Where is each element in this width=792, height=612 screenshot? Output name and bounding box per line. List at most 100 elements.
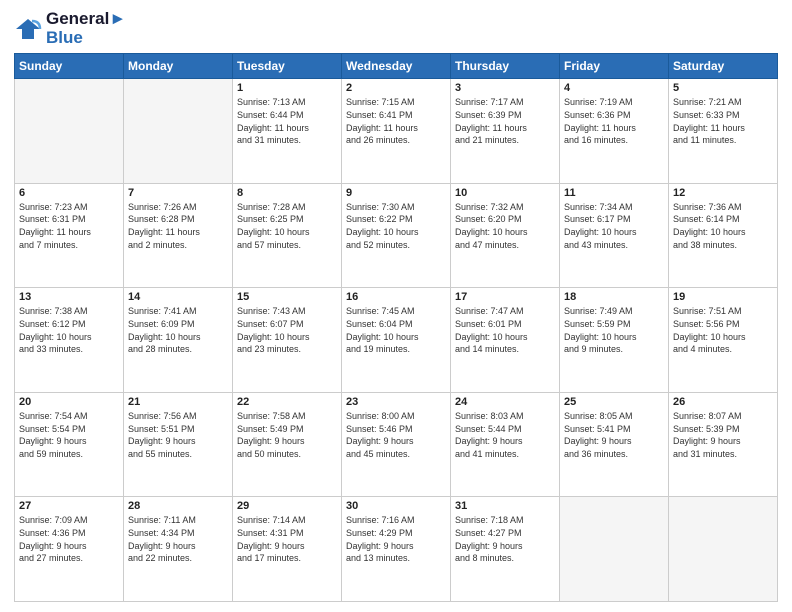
calendar-cell: 1 Sunrise: 7:13 AM Sunset: 6:44 PM Daylig… xyxy=(233,79,342,184)
day-detail: Sunrise: 8:07 AM Sunset: 5:39 PM Dayligh… xyxy=(673,410,773,460)
calendar-cell: 28Sunrise: 7:11 AM Sunset: 4:34 PM Dayli… xyxy=(124,497,233,602)
day-detail: Sunrise: 7:45 AM Sunset: 6:04 PM Dayligh… xyxy=(346,305,446,355)
day-number: 25 xyxy=(564,396,664,408)
calendar-cell: 29 Sunrise: 7:14 AM Sunset: 4:31 PM Dayli… xyxy=(233,497,342,602)
day-number: 14 xyxy=(128,291,228,303)
day-number: 9 xyxy=(346,187,446,199)
day-detail: Sunrise: 7:09 AM Sunset: 4:36 PM Dayligh… xyxy=(19,514,119,564)
calendar-cell: 24 Sunrise: 8:03 AM Sunset: 5:44 PM Dayli… xyxy=(451,392,560,497)
day-number: 12 xyxy=(673,187,773,199)
day-detail: Sunrise: 8:03 AM Sunset: 5:44 PM Dayligh… xyxy=(455,410,555,460)
calendar-cell: 14 Sunrise: 7:41 AM Sunset: 6:09 PM Dayli… xyxy=(124,288,233,393)
day-number: 22 xyxy=(237,396,337,408)
day-detail: Sunrise: 7:56 AM Sunset: 5:51 PM Dayligh… xyxy=(128,410,228,460)
day-detail: Sunrise: 7:19 AM Sunset: 6:36 PM Dayligh… xyxy=(564,96,664,146)
day-detail: Sunrise: 7:13 AM Sunset: 6:44 PM Dayligh… xyxy=(237,96,337,146)
day-detail: Sunrise: 7:14 AM Sunset: 4:31 PM Dayligh… xyxy=(237,514,337,564)
day-detail: Sunrise: 7:47 AM Sunset: 6:01 PM Dayligh… xyxy=(455,305,555,355)
calendar-cell: 20Sunrise: 7:54 AM Sunset: 5:54 PM Dayli… xyxy=(15,392,124,497)
weekday-header: Saturday xyxy=(669,54,778,79)
day-number: 31 xyxy=(455,500,555,512)
day-number: 19 xyxy=(673,291,773,303)
day-detail: Sunrise: 7:58 AM Sunset: 5:49 PM Dayligh… xyxy=(237,410,337,460)
day-detail: Sunrise: 7:38 AM Sunset: 6:12 PM Dayligh… xyxy=(19,305,119,355)
day-number: 7 xyxy=(128,187,228,199)
day-detail: Sunrise: 7:23 AM Sunset: 6:31 PM Dayligh… xyxy=(19,201,119,251)
calendar-cell: 6 Sunrise: 7:23 AM Sunset: 6:31 PM Daylig… xyxy=(15,183,124,288)
calendar-cell: 15 Sunrise: 7:43 AM Sunset: 6:07 PM Dayli… xyxy=(233,288,342,393)
calendar-cell xyxy=(15,79,124,184)
day-number: 17 xyxy=(455,291,555,303)
day-number: 11 xyxy=(564,187,664,199)
day-detail: Sunrise: 7:43 AM Sunset: 6:07 PM Dayligh… xyxy=(237,305,337,355)
calendar-cell: 22 Sunrise: 7:58 AM Sunset: 5:49 PM Dayli… xyxy=(233,392,342,497)
day-detail: Sunrise: 7:32 AM Sunset: 6:20 PM Dayligh… xyxy=(455,201,555,251)
weekday-header: Thursday xyxy=(451,54,560,79)
calendar-cell: 12 Sunrise: 7:36 AM Sunset: 6:14 PM Dayli… xyxy=(669,183,778,288)
calendar-cell: 4 Sunrise: 7:19 AM Sunset: 6:36 PM Daylig… xyxy=(560,79,669,184)
day-number: 24 xyxy=(455,396,555,408)
day-detail: Sunrise: 7:26 AM Sunset: 6:28 PM Dayligh… xyxy=(128,201,228,251)
calendar-cell: 19 Sunrise: 7:51 AM Sunset: 5:56 PM Dayli… xyxy=(669,288,778,393)
day-number: 10 xyxy=(455,187,555,199)
calendar-cell: 7 Sunrise: 7:26 AM Sunset: 6:28 PM Daylig… xyxy=(124,183,233,288)
day-number: 21 xyxy=(128,396,228,408)
day-number: 2 xyxy=(346,82,446,94)
day-detail: Sunrise: 8:05 AM Sunset: 5:41 PM Dayligh… xyxy=(564,410,664,460)
calendar-cell: 27 Sunrise: 7:09 AM Sunset: 4:36 PM Dayli… xyxy=(15,497,124,602)
calendar-cell xyxy=(560,497,669,602)
day-number: 23 xyxy=(346,396,446,408)
day-number: 4 xyxy=(564,82,664,94)
calendar-cell: 8 Sunrise: 7:28 AM Sunset: 6:25 PM Daylig… xyxy=(233,183,342,288)
calendar-cell: 26 Sunrise: 8:07 AM Sunset: 5:39 PM Dayli… xyxy=(669,392,778,497)
logo-icon xyxy=(14,15,42,43)
logo: General► Blue xyxy=(14,10,126,47)
calendar-cell: 25 Sunrise: 8:05 AM Sunset: 5:41 PM Dayli… xyxy=(560,392,669,497)
day-detail: Sunrise: 7:28 AM Sunset: 6:25 PM Dayligh… xyxy=(237,201,337,251)
weekday-header: Sunday xyxy=(15,54,124,79)
day-detail: Sunrise: 7:18 AM Sunset: 4:27 PM Dayligh… xyxy=(455,514,555,564)
day-number: 1 xyxy=(237,82,337,94)
calendar-cell: 18 Sunrise: 7:49 AM Sunset: 5:59 PM Dayli… xyxy=(560,288,669,393)
weekday-header: Tuesday xyxy=(233,54,342,79)
day-detail: Sunrise: 7:41 AM Sunset: 6:09 PM Dayligh… xyxy=(128,305,228,355)
calendar-cell: 11 Sunrise: 7:34 AM Sunset: 6:17 PM Dayli… xyxy=(560,183,669,288)
day-detail: Sunrise: 7:15 AM Sunset: 6:41 PM Dayligh… xyxy=(346,96,446,146)
day-detail: Sunrise: 7:17 AM Sunset: 6:39 PM Dayligh… xyxy=(455,96,555,146)
day-number: 13 xyxy=(19,291,119,303)
calendar: SundayMondayTuesdayWednesdayThursdayFrid… xyxy=(14,53,778,602)
calendar-cell: 10 Sunrise: 7:32 AM Sunset: 6:20 PM Dayli… xyxy=(451,183,560,288)
calendar-cell: 31 Sunrise: 7:18 AM Sunset: 4:27 PM Dayli… xyxy=(451,497,560,602)
day-detail: Sunrise: 7:30 AM Sunset: 6:22 PM Dayligh… xyxy=(346,201,446,251)
day-number: 30 xyxy=(346,500,446,512)
day-number: 29 xyxy=(237,500,337,512)
calendar-cell: 23 Sunrise: 8:00 AM Sunset: 5:46 PM Dayli… xyxy=(342,392,451,497)
header: General► Blue xyxy=(14,10,778,47)
calendar-cell: 13 Sunrise: 7:38 AM Sunset: 6:12 PM Dayli… xyxy=(15,288,124,393)
day-number: 8 xyxy=(237,187,337,199)
page: General► Blue SundayMondayTuesdayWednesd… xyxy=(0,0,792,612)
day-number: 27 xyxy=(19,500,119,512)
weekday-header: Monday xyxy=(124,54,233,79)
day-detail: Sunrise: 7:16 AM Sunset: 4:29 PM Dayligh… xyxy=(346,514,446,564)
day-detail: Sunrise: 7:49 AM Sunset: 5:59 PM Dayligh… xyxy=(564,305,664,355)
day-number: 18 xyxy=(564,291,664,303)
calendar-cell xyxy=(124,79,233,184)
day-number: 26 xyxy=(673,396,773,408)
calendar-cell: 17 Sunrise: 7:47 AM Sunset: 6:01 PM Dayli… xyxy=(451,288,560,393)
day-number: 5 xyxy=(673,82,773,94)
day-detail: Sunrise: 7:36 AM Sunset: 6:14 PM Dayligh… xyxy=(673,201,773,251)
day-detail: Sunrise: 7:34 AM Sunset: 6:17 PM Dayligh… xyxy=(564,201,664,251)
day-number: 6 xyxy=(19,187,119,199)
weekday-header: Friday xyxy=(560,54,669,79)
calendar-cell: 16Sunrise: 7:45 AM Sunset: 6:04 PM Dayli… xyxy=(342,288,451,393)
day-number: 28 xyxy=(128,500,228,512)
day-detail: Sunrise: 8:00 AM Sunset: 5:46 PM Dayligh… xyxy=(346,410,446,460)
logo-text: General► Blue xyxy=(46,10,126,47)
day-number: 3 xyxy=(455,82,555,94)
day-detail: Sunrise: 7:21 AM Sunset: 6:33 PM Dayligh… xyxy=(673,96,773,146)
day-number: 20 xyxy=(19,396,119,408)
day-detail: Sunrise: 7:51 AM Sunset: 5:56 PM Dayligh… xyxy=(673,305,773,355)
day-number: 15 xyxy=(237,291,337,303)
calendar-cell: 9 Sunrise: 7:30 AM Sunset: 6:22 PM Daylig… xyxy=(342,183,451,288)
